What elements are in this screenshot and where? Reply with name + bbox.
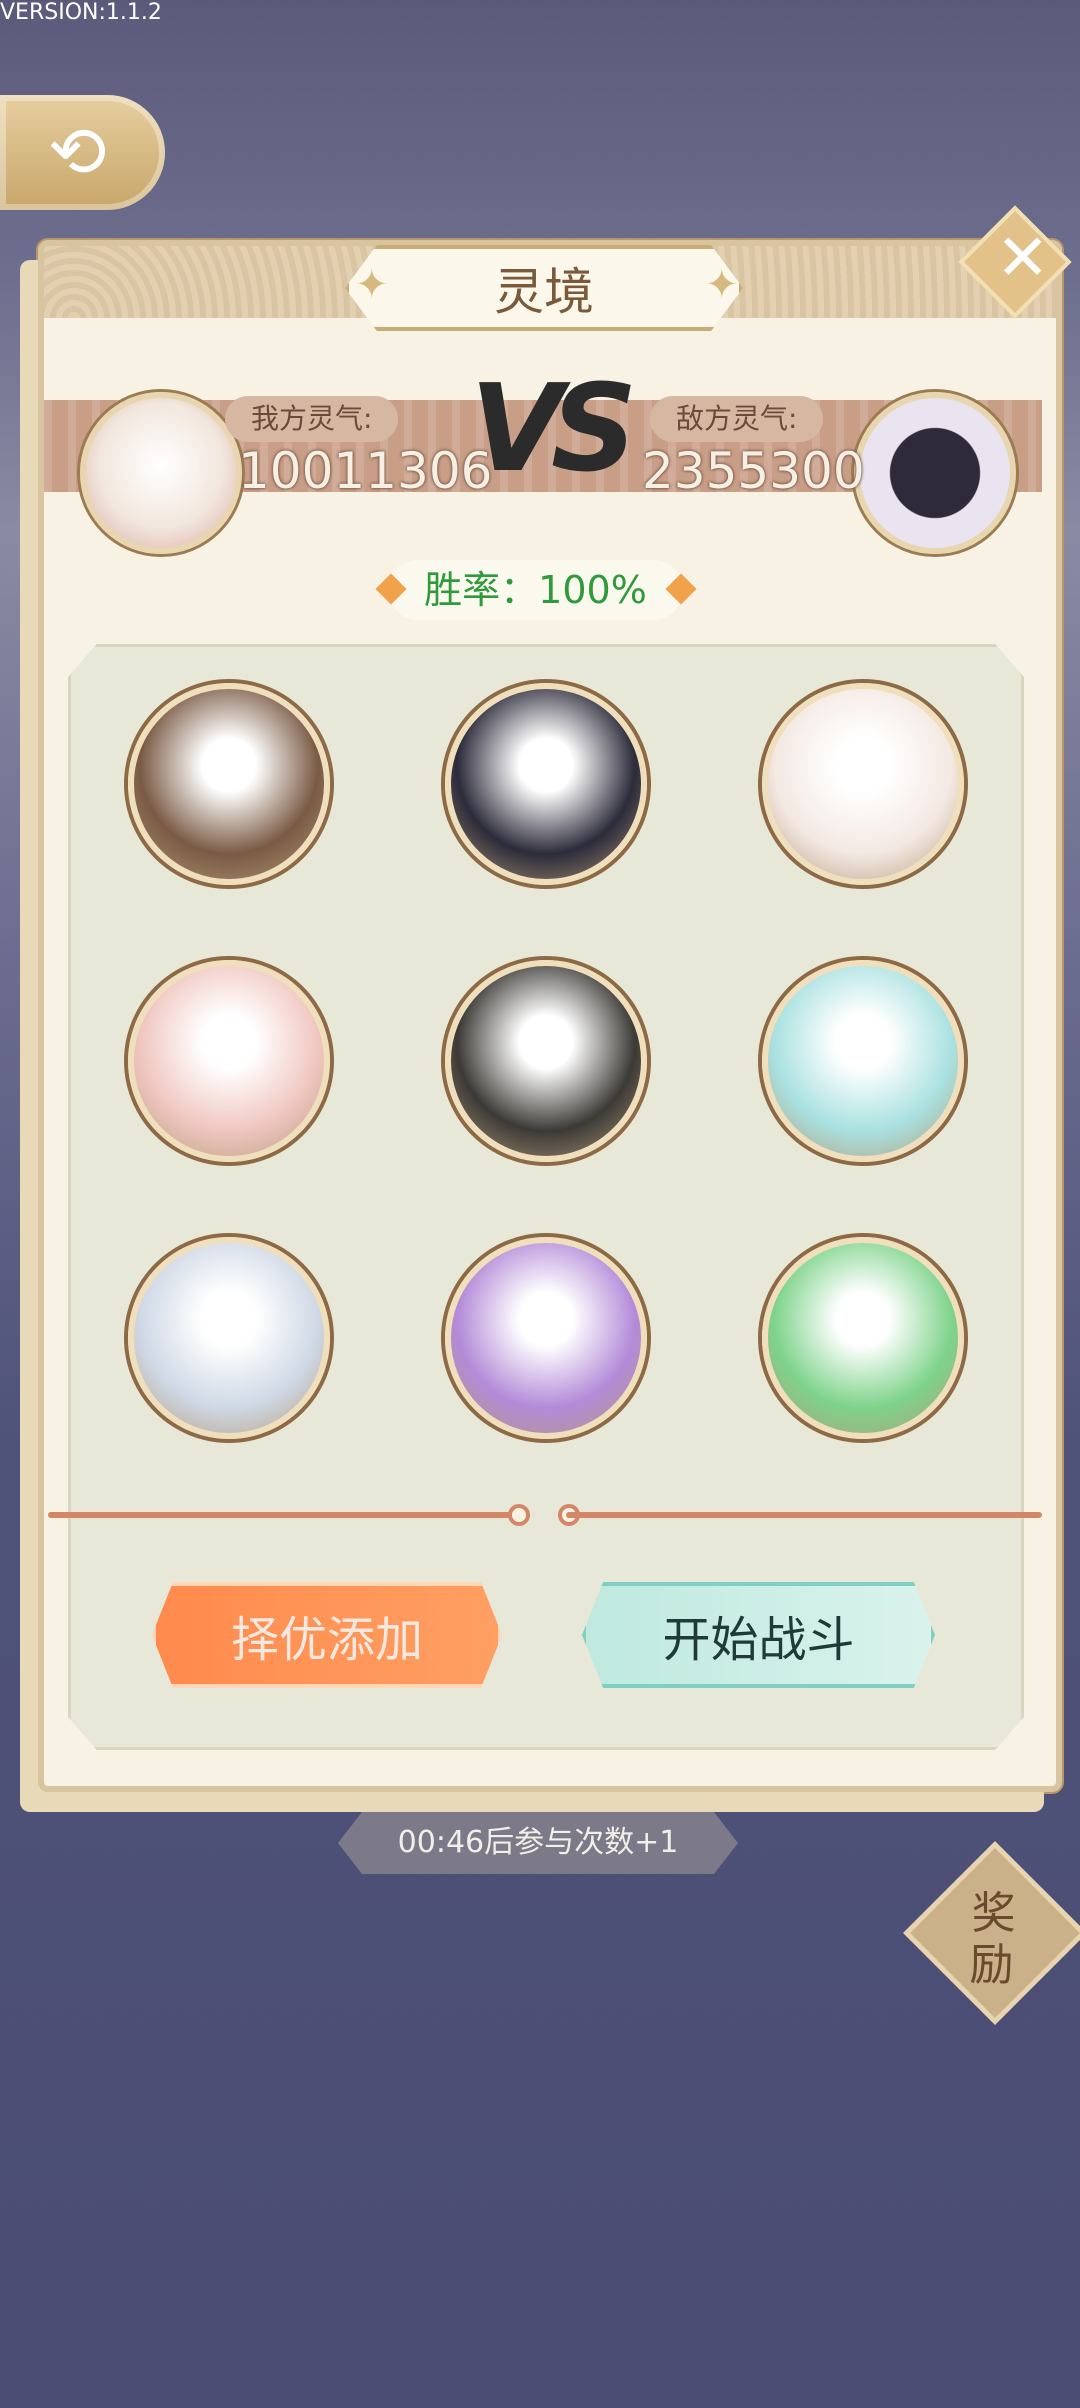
my-avatar [80,392,242,554]
divider-right [566,1512,1042,1518]
versus-emblem: VS [470,360,637,499]
hero-slot-6[interactable] [762,960,964,1162]
my-aura-value: 10011306 [238,442,493,500]
start-battle-button[interactable]: 开始战斗 [582,1582,935,1688]
back-arrow-icon: ⟲ [48,111,107,193]
my-aura-label: 我方灵气: [225,396,399,442]
divider-dot [508,1504,530,1526]
enemy-aura-label: 敌方灵气: [650,396,824,442]
win-rate: 胜率：100% [388,560,683,620]
hero-slot-4[interactable] [128,960,330,1162]
sparkle-icon: ✦ [355,262,389,308]
hero-slot-7[interactable] [128,1237,330,1439]
reward-button[interactable]: 奖 励 [903,1841,1080,2025]
version-label: VERSION:1.1.2 [0,0,162,25]
attempts-timer: 00:46后参与次数+1 [338,1812,738,1874]
hero-slot-9[interactable] [762,1237,964,1439]
panel-title: 灵境 [345,245,743,331]
sparkle-icon: ✦ [705,262,739,308]
enemy-avatar [854,392,1016,554]
close-icon: ✕ [995,221,1050,296]
hero-slot-1[interactable] [128,683,330,885]
auto-add-button[interactable]: 择优添加 [152,1582,502,1688]
back-button[interactable]: ⟲ [0,95,165,210]
hero-slot-5[interactable] [445,960,647,1162]
hero-slot-8[interactable] [445,1237,647,1439]
reward-char-2: 励 [969,1939,1014,1991]
hero-slot-3[interactable] [762,683,964,885]
divider-left [48,1512,518,1518]
hero-slot-2[interactable] [445,683,647,885]
enemy-aura-value: 2355300 [642,442,865,500]
